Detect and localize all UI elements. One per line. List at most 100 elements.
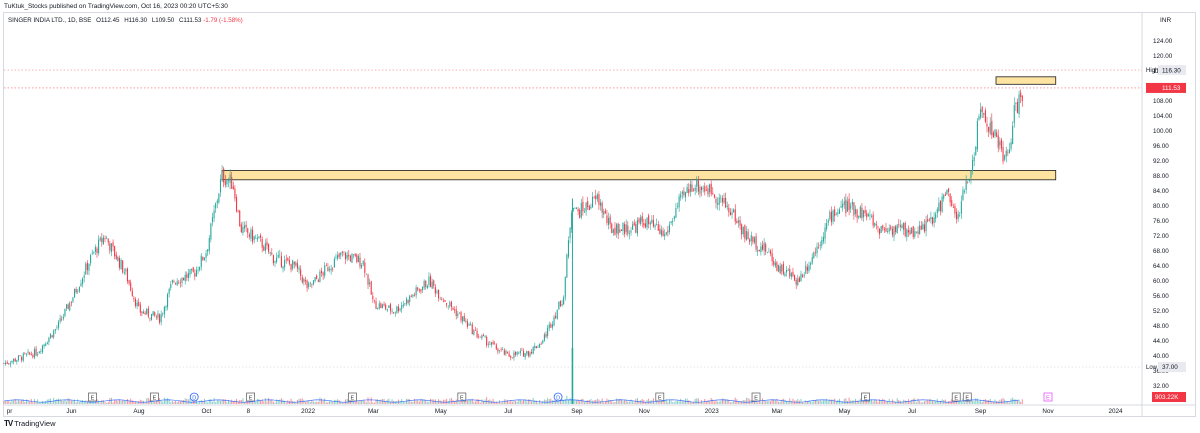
volume-bar xyxy=(394,401,396,404)
candle-body xyxy=(638,218,640,223)
candle-body xyxy=(874,222,876,226)
volume-bar xyxy=(274,402,276,404)
candle-body xyxy=(280,256,282,267)
volume-bar xyxy=(62,400,64,404)
volume-bar xyxy=(341,402,343,404)
candle-body xyxy=(813,252,815,259)
candle-body xyxy=(725,197,727,208)
candle-body xyxy=(891,228,893,235)
candle-body xyxy=(710,183,712,195)
candle-body xyxy=(566,254,568,278)
volume-bar xyxy=(805,400,807,404)
candle-body xyxy=(898,224,900,225)
candle-body xyxy=(777,264,780,272)
candle-body xyxy=(843,201,845,205)
volume-bar xyxy=(1000,398,1002,404)
candle-body xyxy=(240,224,242,233)
candle-body xyxy=(57,321,60,328)
volume-bar xyxy=(555,401,557,404)
volume-bar xyxy=(579,400,581,404)
volume-bar xyxy=(829,399,831,404)
volume-bar xyxy=(183,400,185,404)
volume-bar xyxy=(818,400,820,404)
candle-body xyxy=(40,351,42,352)
volume-bar xyxy=(996,400,998,404)
y-tick-label: 40.00 xyxy=(1153,353,1169,360)
candle-body xyxy=(818,246,820,248)
y-tick-label: 64.00 xyxy=(1153,263,1169,270)
volume-bar xyxy=(601,398,603,404)
x-tick-label: pr xyxy=(7,408,13,415)
volume-bar xyxy=(864,401,866,404)
candle-body xyxy=(692,189,695,191)
candle-body xyxy=(676,206,679,207)
volume-bar xyxy=(420,398,422,404)
volume-bar xyxy=(56,398,58,404)
candle-body xyxy=(62,316,64,319)
volume-bar xyxy=(462,401,464,404)
candle-body xyxy=(195,269,197,277)
candle-body xyxy=(306,280,308,288)
candle-body xyxy=(643,223,645,226)
candle-body xyxy=(356,254,358,263)
candle-body xyxy=(418,289,420,291)
candle-body xyxy=(394,312,396,314)
x-tick-label: Nov xyxy=(639,408,651,415)
candle-body xyxy=(86,262,88,270)
volume-bar xyxy=(244,402,246,404)
volume-bar xyxy=(364,400,366,404)
candle-body xyxy=(397,306,400,312)
x-tick-label: Mar xyxy=(368,408,379,415)
volume-bar xyxy=(471,398,473,404)
candle-body xyxy=(946,189,948,195)
candle-body xyxy=(399,308,401,311)
volume-bar xyxy=(162,401,164,404)
candle-body xyxy=(1005,150,1007,157)
candle-body xyxy=(513,352,515,358)
candle-body xyxy=(226,180,228,185)
candle-body xyxy=(150,313,153,321)
volume-bar xyxy=(633,402,635,404)
volume-bar xyxy=(258,399,260,404)
candle-body xyxy=(959,215,961,216)
candle-body xyxy=(808,265,810,272)
candle-body xyxy=(805,265,807,274)
volume-bar xyxy=(242,398,244,404)
volume-bar xyxy=(834,398,836,404)
volume-bar xyxy=(622,401,624,404)
volume-bar xyxy=(920,402,922,404)
candle-body xyxy=(1013,105,1015,124)
candle-body xyxy=(713,194,715,198)
volume-bar xyxy=(986,400,988,404)
volume-bar xyxy=(378,400,380,404)
volume-bar xyxy=(481,399,483,404)
volume-bar xyxy=(324,398,326,404)
price-chart[interactable]: INR124.00120.00116.00112.00108.00104.001… xyxy=(0,0,1200,433)
volume-bar xyxy=(652,398,654,404)
volume-bar xyxy=(82,400,84,404)
candle-body xyxy=(450,301,452,308)
volume-bar xyxy=(412,401,414,404)
volume-bar xyxy=(677,400,679,404)
volume-bar xyxy=(678,401,680,404)
volume-bar xyxy=(600,400,602,404)
candle-body xyxy=(335,256,337,258)
volume-bar xyxy=(632,401,634,404)
candle-body xyxy=(8,363,10,364)
candle-body xyxy=(235,197,238,212)
volume-bar xyxy=(513,401,515,404)
volume-bar xyxy=(59,398,61,404)
candle-body xyxy=(154,312,156,316)
candle-body xyxy=(223,168,225,183)
volume-bar xyxy=(147,397,149,404)
volume-bar xyxy=(417,400,419,404)
volume-bar xyxy=(86,400,88,404)
volume-bar xyxy=(120,400,122,404)
candle-body xyxy=(535,346,537,349)
volume-bar xyxy=(770,401,772,404)
volume-bar xyxy=(138,401,140,404)
candle-body xyxy=(997,135,999,148)
candle-body xyxy=(245,224,247,228)
candle-body xyxy=(247,228,249,234)
candle-body xyxy=(927,219,929,222)
